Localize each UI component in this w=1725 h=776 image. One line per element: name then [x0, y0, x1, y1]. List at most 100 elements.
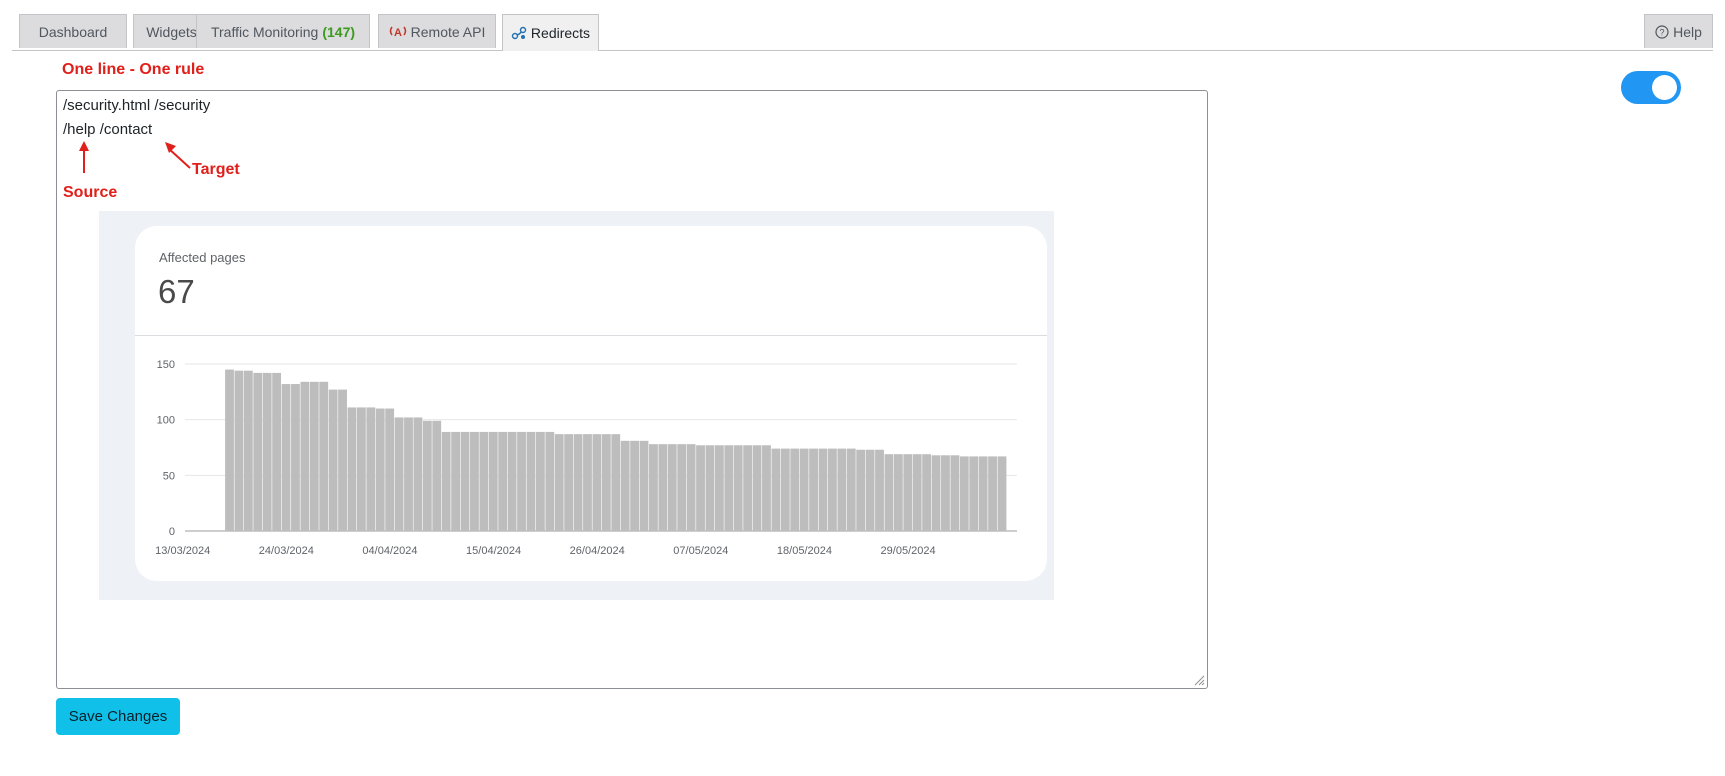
chart-bar	[959, 456, 969, 531]
chart-bar	[328, 389, 338, 531]
redirects-enable-toggle[interactable]	[1621, 71, 1681, 104]
chart-bar	[422, 420, 432, 531]
chart-image: Affected pages 67 0 50 100 150 13/03/2024 24/…	[99, 211, 1054, 600]
chart-bar	[818, 448, 828, 531]
x-tick-label: 29/05/2024	[881, 545, 936, 557]
y-tick-label: 100	[157, 415, 175, 427]
chart-bar	[319, 381, 329, 531]
resize-grip-icon[interactable]	[1193, 674, 1205, 686]
chart-bar	[686, 444, 696, 531]
chart-bar	[592, 434, 602, 531]
chart-bar	[828, 448, 837, 531]
x-tick-label: 18/05/2024	[777, 545, 832, 557]
chart-bar	[978, 456, 988, 531]
chart-bar	[950, 455, 960, 531]
chart-bar	[554, 434, 564, 531]
chart-bar	[441, 431, 451, 531]
x-tick-label: 04/04/2024	[362, 545, 417, 557]
chart-bar	[347, 407, 357, 531]
chart-bar	[479, 431, 489, 531]
chart-bar	[394, 417, 404, 531]
source-arrow-icon	[79, 141, 89, 173]
tab-traffic-monitoring[interactable]: Traffic Monitoring (147)	[196, 14, 370, 48]
chart-bar	[941, 455, 950, 531]
x-tick-label: 13/03/2024	[155, 545, 210, 557]
chart-bar	[498, 431, 508, 531]
chart-bar	[564, 434, 574, 531]
chart-bar	[696, 445, 705, 531]
chart-bar	[526, 431, 536, 531]
y-tick-label: 50	[163, 470, 175, 482]
chart-bar	[300, 381, 310, 531]
redirect-icon	[511, 26, 527, 40]
chart-bar	[234, 370, 244, 531]
chart-bar	[865, 449, 875, 531]
question-circle-icon: ?	[1655, 24, 1669, 39]
chart-bar	[356, 407, 366, 531]
svg-text:?: ?	[1660, 27, 1665, 37]
chart-bar	[630, 440, 640, 531]
chart-bar	[583, 434, 592, 531]
affected-pages-card: Affected pages 67 0 50 100 150 13/03/2024 24/…	[135, 226, 1047, 581]
chart-bar	[752, 445, 762, 531]
chart-bar	[404, 417, 413, 531]
chart-bar	[225, 369, 234, 531]
chart-bar	[837, 448, 847, 531]
chart-bar	[366, 407, 376, 531]
chart-bar	[309, 381, 319, 531]
chart-bar	[884, 454, 894, 531]
chart-bar	[809, 448, 818, 531]
chart-bar	[535, 431, 545, 531]
x-tick-label: 07/05/2024	[673, 545, 728, 557]
chart-bar	[743, 445, 753, 531]
chart-bar	[705, 445, 715, 531]
chart-bar	[413, 417, 423, 531]
chart-bar	[912, 454, 922, 531]
tab-remote-api[interactable]: A Remote API	[378, 14, 496, 48]
x-tick-label: 15/04/2024	[466, 545, 521, 557]
chart-bar	[790, 448, 800, 531]
chart-bar	[385, 408, 395, 531]
chart-bar	[771, 448, 781, 531]
chart-bar	[545, 431, 555, 531]
tab-dashboard-label: Dashboard	[38, 23, 108, 40]
antenna-icon: A	[389, 25, 407, 39]
chart-bar	[780, 448, 790, 531]
chart-bar	[649, 444, 658, 531]
chart-bar	[281, 384, 291, 531]
save-changes-button[interactable]: Save Changes	[56, 698, 180, 735]
chart-bar	[639, 440, 649, 531]
chart-bar	[846, 448, 856, 531]
svg-text:A: A	[394, 27, 402, 39]
chart-bar	[611, 434, 621, 531]
tab-redirects-label: Redirects	[530, 25, 591, 41]
chart-bar	[272, 372, 282, 531]
x-tick-label: 24/03/2024	[259, 545, 314, 557]
chart-bar	[799, 448, 809, 531]
rules-heading: One line - One rule	[62, 61, 205, 78]
toggle-knob	[1652, 75, 1677, 100]
tab-traffic-monitoring-label: Traffic Monitoring	[210, 23, 319, 40]
chart-bar	[903, 454, 913, 531]
chart-bar	[470, 431, 479, 531]
chart-bar	[253, 372, 263, 531]
tab-dashboard[interactable]: Dashboard	[19, 14, 127, 48]
chart-bar	[620, 440, 630, 531]
chart-bar	[667, 444, 677, 531]
tab-redirects[interactable]: Redirects	[502, 14, 599, 51]
chart-bar	[601, 434, 611, 531]
traffic-count-badge: (147)	[322, 23, 356, 40]
help-button[interactable]: ? Help	[1644, 14, 1713, 48]
chart-bar	[724, 445, 734, 531]
chart-bar	[922, 454, 932, 531]
chart-bar	[856, 449, 866, 531]
chart-bar	[875, 449, 884, 531]
tab-remote-api-label: Remote API	[410, 23, 486, 40]
chart-bar	[488, 431, 498, 531]
chart-bar	[517, 431, 526, 531]
chart-bar	[451, 431, 461, 531]
help-label: Help	[1673, 23, 1702, 40]
chart-bar	[262, 372, 272, 531]
chart-bar	[243, 370, 253, 531]
chart-bar	[762, 445, 771, 531]
